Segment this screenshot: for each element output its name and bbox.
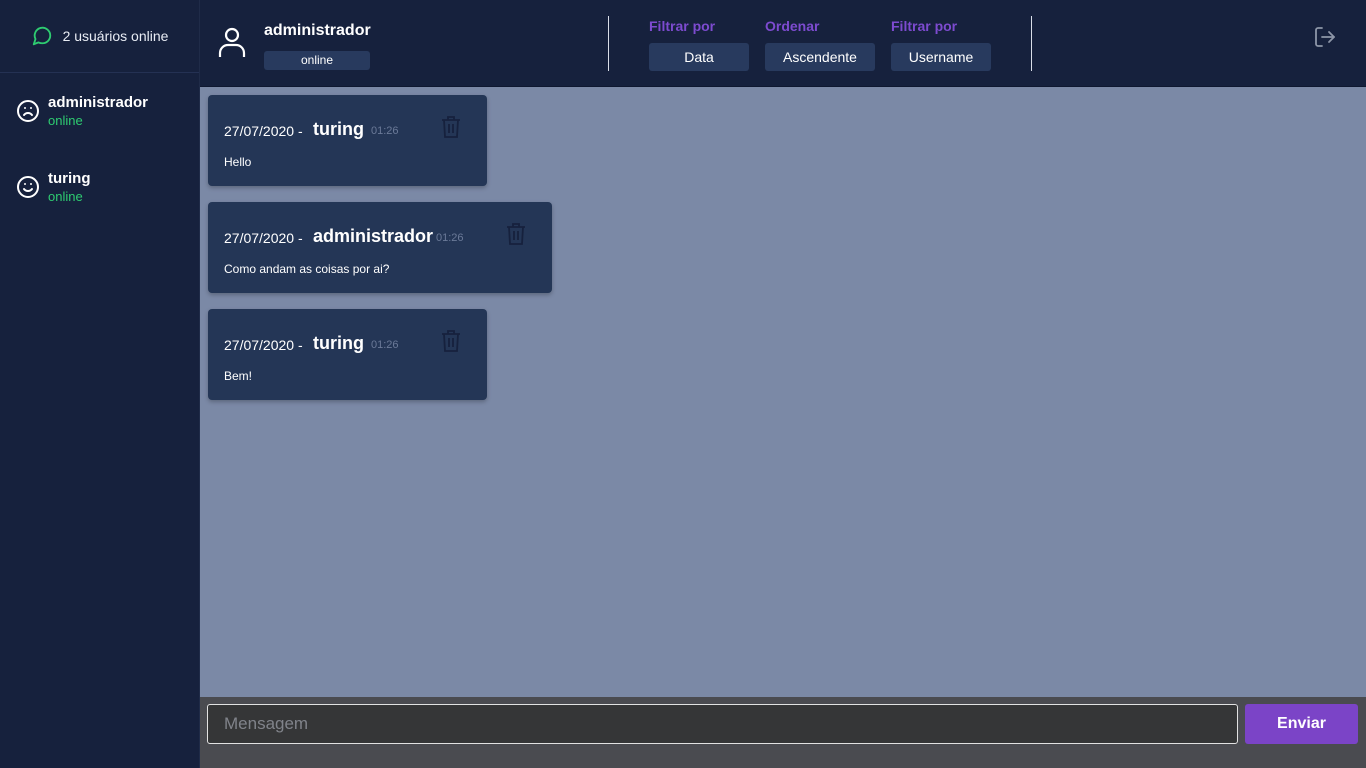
top-header: administrador online Filtrar por Data Or…	[200, 0, 1366, 87]
trash-icon[interactable]	[441, 116, 461, 143]
sidebar: 2 usuários online administrador online t…	[0, 0, 200, 768]
filter-by-username-group: Filtrar por Username	[891, 18, 991, 71]
message-input[interactable]	[207, 704, 1238, 744]
filter-label: Filtrar por	[649, 18, 716, 34]
user-status: online	[48, 189, 83, 204]
user-list: administrador online turing online	[0, 73, 199, 225]
message-text: Bem!	[224, 369, 253, 383]
sort-order-group: Ordenar Ascendente	[765, 18, 875, 71]
user-status: online	[48, 113, 83, 128]
message-composer: Enviar	[200, 697, 1366, 768]
user-name: turing	[48, 170, 91, 187]
sad-face-icon	[16, 99, 40, 123]
chat-bubble-icon	[31, 25, 53, 47]
send-button[interactable]: Enviar	[1245, 704, 1358, 744]
message-time: 01:26	[371, 125, 399, 137]
message-text: Hello	[224, 155, 252, 169]
message-author: turing	[313, 119, 364, 139]
message-text: Como andam as coisas por ai?	[224, 262, 390, 276]
message-date: 27/07/2020 -	[224, 230, 303, 246]
current-user-status-badge: online	[264, 51, 370, 70]
current-user-name: administrador	[264, 22, 371, 39]
message-card: 27/07/2020 - turing 01:26 Bem!	[208, 309, 487, 400]
message-time: 01:26	[371, 339, 399, 351]
message-date: 27/07/2020 -	[224, 123, 303, 139]
message-author: administrador	[313, 226, 434, 246]
message-card: 27/07/2020 - turing 01:26 Hello	[208, 95, 487, 186]
user-name: administrador	[48, 94, 149, 111]
smile-face-icon	[16, 175, 40, 199]
online-count-header: 2 usuários online	[0, 0, 199, 73]
filter-username-button[interactable]: Username	[891, 43, 991, 71]
online-count-label: 2 usuários online	[62, 28, 169, 44]
trash-icon[interactable]	[441, 330, 461, 357]
sort-label: Ordenar	[765, 18, 820, 34]
message-card: 27/07/2020 - administrador 01:26 Como an…	[208, 202, 552, 293]
trash-icon[interactable]	[506, 223, 526, 250]
header-divider	[1031, 16, 1032, 71]
sort-order-button[interactable]: Ascendente	[765, 43, 875, 71]
filter-date-button[interactable]: Data	[649, 43, 749, 71]
user-list-item[interactable]: turing online	[0, 149, 199, 225]
header-divider	[608, 16, 609, 71]
message-time: 01:26	[436, 232, 464, 244]
user-avatar-icon	[218, 26, 246, 63]
logout-icon[interactable]	[1313, 25, 1337, 54]
message-list: 27/07/2020 - turing 01:26 Hello 27/07/20…	[200, 87, 1366, 697]
user-list-item[interactable]: administrador online	[0, 73, 199, 149]
filter-label: Filtrar por	[891, 18, 958, 34]
filter-by-date-group: Filtrar por Data	[649, 18, 749, 71]
message-date: 27/07/2020 -	[224, 337, 303, 353]
message-author: turing	[313, 333, 364, 353]
